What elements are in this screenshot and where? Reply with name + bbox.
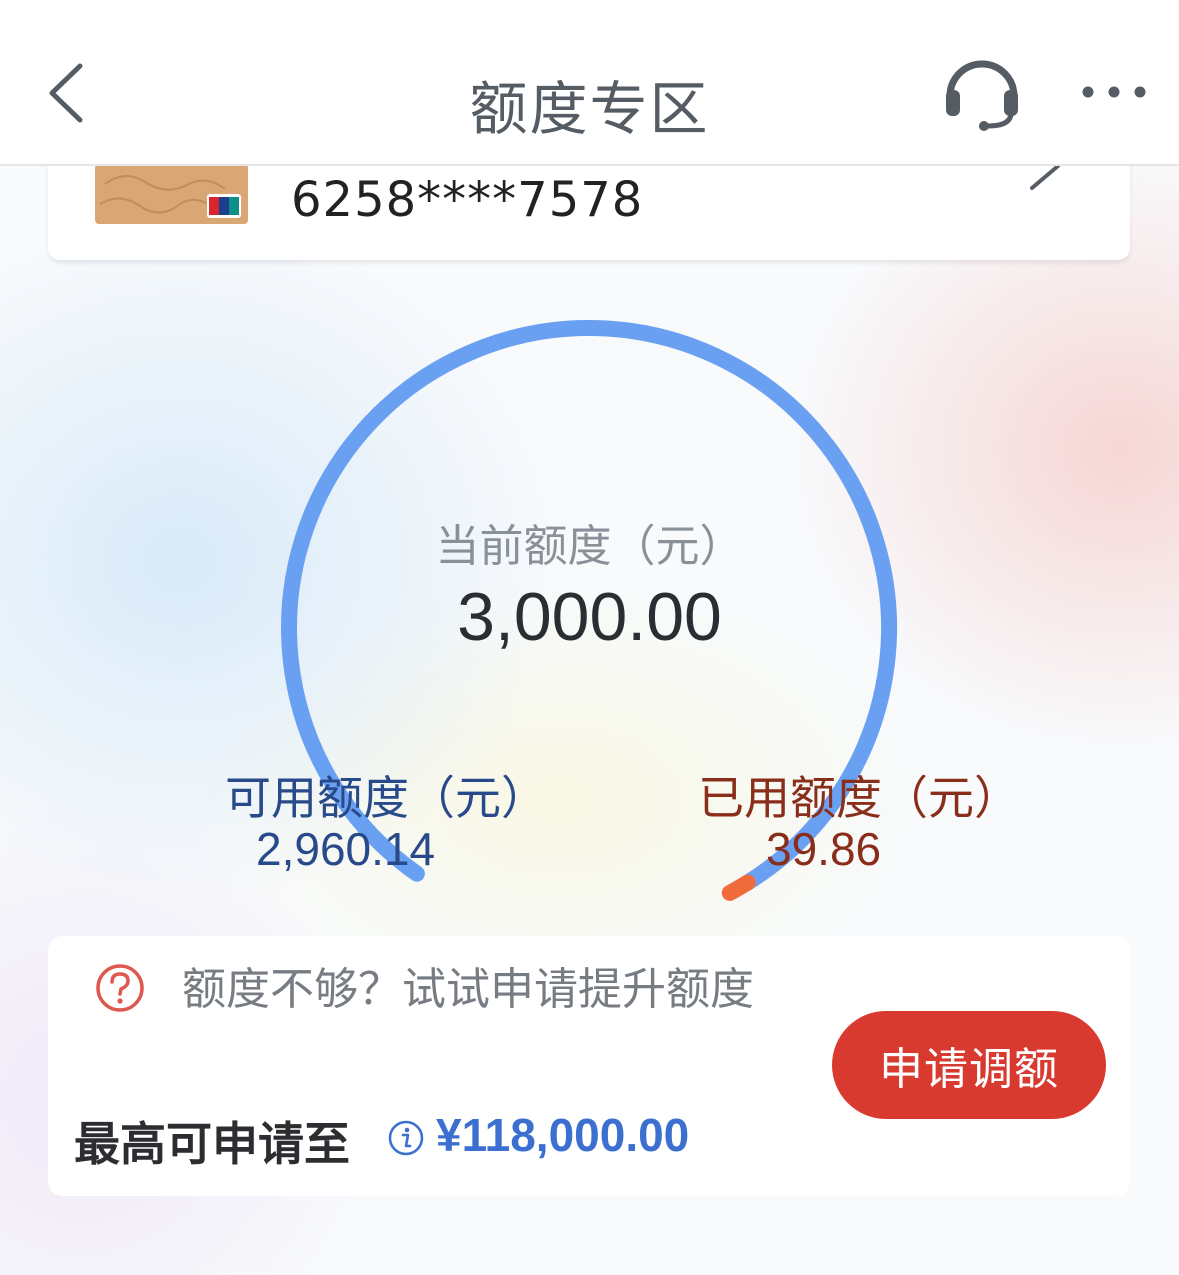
card-number: 6258****7578 (291, 172, 644, 228)
available-limit-value: 2,960.14 (256, 823, 436, 875)
customer-service-button[interactable] (940, 52, 1024, 136)
max-limit-amount: ¥118,000.00 (436, 1109, 690, 1161)
more-button[interactable] (1076, 72, 1152, 112)
headset-icon (946, 60, 1018, 131)
used-limit-value: 39.86 (766, 823, 882, 875)
limit-increase-hint: 额度不够？试试申请提升额度 (182, 964, 754, 1015)
bank-card-icon (95, 164, 248, 224)
available-limit-label: 可用额度（元） (225, 771, 547, 825)
used-limit-label: 已用额度（元） (698, 771, 1020, 825)
current-limit-label: 当前额度（元） (435, 521, 744, 572)
gauge-used-arc (721, 874, 756, 901)
question-circle-icon (96, 964, 144, 1012)
limit-increase-panel: 额度不够？试试申请提升额度 最高可申请至 ¥118,000.00 申请调额 (48, 936, 1130, 1196)
max-limit-label: 最高可申请至 (74, 1117, 350, 1171)
info-icon[interactable] (388, 1120, 424, 1156)
navigation-bar: 额度专区 (0, 0, 1179, 166)
more-dots-icon (1082, 86, 1146, 98)
apply-adjust-limit-button[interactable]: 申请调额 (832, 1011, 1106, 1119)
current-limit-value: 3,000.00 (457, 579, 722, 655)
